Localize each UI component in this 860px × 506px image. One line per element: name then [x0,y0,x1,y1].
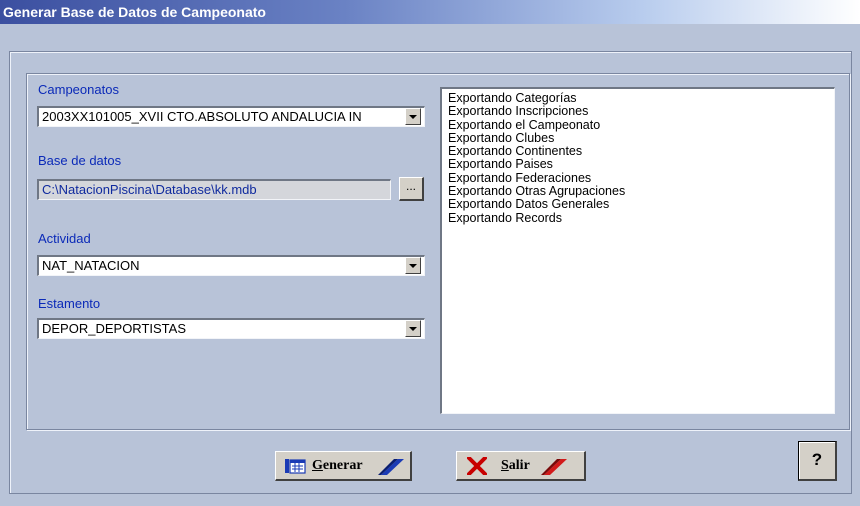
generar-hotkey: G [312,458,323,473]
export-log-list[interactable]: Exportando Categorías Exportando Inscrip… [440,87,835,414]
campeonatos-value: 2003XX101005_XVII CTO.ABSOLUTO ANDALUCIA… [42,109,362,124]
browse-label: ... [405,179,416,193]
generar-button[interactable]: Generar [275,451,412,481]
log-line: Exportando Federaciones [448,170,592,185]
title-bar[interactable]: Generar Base de Datos de Campeonato [0,0,860,24]
generar-label: Generar [312,458,363,474]
database-icon [284,457,306,480]
log-line: Exportando el Campeonato [448,117,601,132]
help-button[interactable]: ? [798,441,837,481]
base-datos-label: Base de datos [38,153,122,168]
log-line: Exportando Inscripciones [448,104,589,119]
actividad-select[interactable]: NAT_NATACION [37,255,425,276]
estamento-select[interactable]: DEPOR_DEPORTISTAS [37,318,425,339]
generar-label-rest: enerar [322,458,363,473]
campeonatos-dropdown-arrow-icon[interactable] [405,108,421,125]
estamento-value: DEPOR_DEPORTISTAS [42,321,186,336]
generar-slash-icon [378,458,406,481]
salir-label: Salir [501,458,530,474]
salir-slash-icon [541,458,569,481]
browse-button[interactable]: ... [399,177,424,201]
salir-label-rest: alir [508,458,530,473]
salir-hotkey: S [501,458,509,473]
help-label: ? [811,450,823,469]
log-line: Exportando Clubes [448,130,555,145]
log-line: Exportando Paises [448,157,553,172]
base-datos-value: C:\NatacionPiscina\Database\kk.mdb [42,182,257,197]
estamento-dropdown-arrow-icon[interactable] [405,320,421,337]
log-line: Exportando Otras Agrupaciones [448,184,626,199]
log-line: Exportando Continentes [448,144,583,159]
log-line: Exportando Categorías [448,91,577,105]
base-datos-field[interactable]: C:\NatacionPiscina\Database\kk.mdb [37,179,391,200]
campeonatos-select[interactable]: 2003XX101005_XVII CTO.ABSOLUTO ANDALUCIA… [37,106,425,127]
salir-button[interactable]: Salir [456,451,586,481]
actividad-value: NAT_NATACION [42,258,140,273]
actividad-label: Actividad [38,231,91,246]
actividad-dropdown-arrow-icon[interactable] [405,257,421,274]
log-line: Exportando Datos Generales [448,197,610,212]
close-x-icon [467,456,487,480]
log-line: Exportando Records [448,210,562,225]
campeonatos-label: Campeonatos [38,82,119,97]
window-title: Generar Base de Datos de Campeonato [3,4,266,20]
estamento-label: Estamento [38,296,101,311]
